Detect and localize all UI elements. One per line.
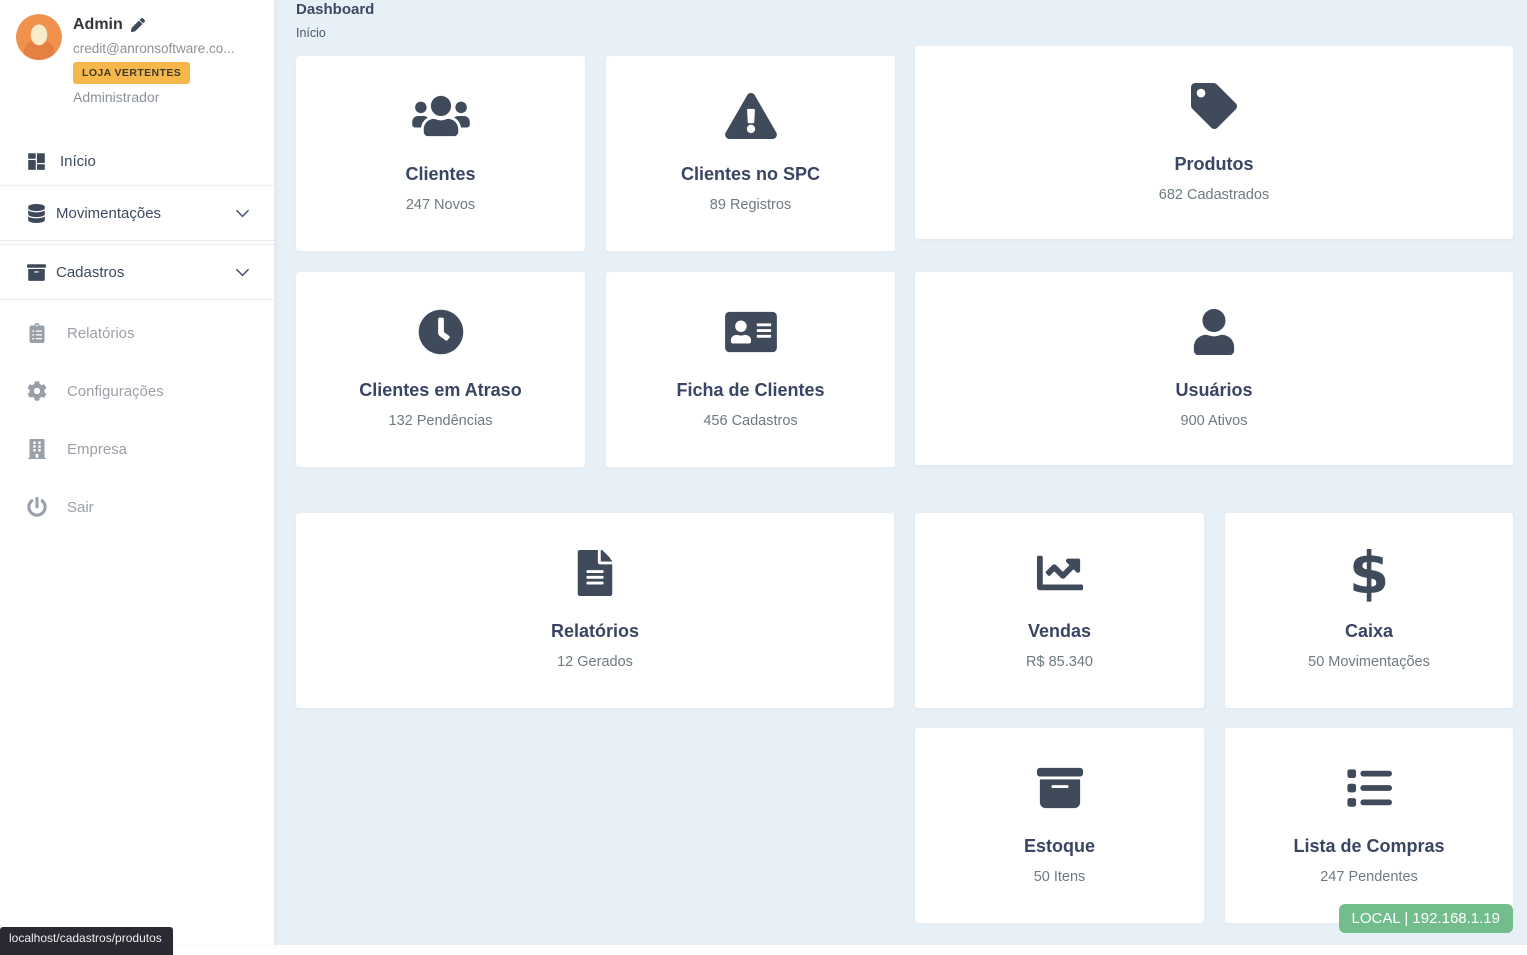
card-title: Usuários [1175, 380, 1252, 401]
chevron-down-icon [234, 264, 251, 281]
user-name-text: Admin [73, 16, 123, 34]
gear-icon [27, 381, 47, 401]
sidebar-secondary-nav: Relatórios Configurações Empresa Sair [0, 304, 274, 536]
card-estoque[interactable]: Estoque 50 Itens [915, 728, 1204, 923]
user-role: Administrador [73, 89, 159, 105]
card-subtitle: 247 Pendentes [1320, 869, 1418, 885]
file-icon [566, 549, 624, 597]
card-produtos[interactable]: Produtos 682 Cadastrados [915, 46, 1513, 239]
user-email: credit@anronsoftware.co... [73, 41, 235, 56]
sidebar-item-label: Empresa [67, 441, 127, 458]
breadcrumb: Início [296, 26, 374, 40]
card-ficha-clientes[interactable]: Ficha de Clientes 456 Cadastros [606, 272, 895, 467]
card-vendas[interactable]: Vendas R$ 85.340 [915, 513, 1204, 708]
card-title: Lista de Compras [1293, 836, 1444, 857]
box-icon [1031, 764, 1089, 812]
warning-icon [722, 92, 780, 140]
card-subtitle: 900 Ativos [1181, 413, 1248, 429]
card-title: Produtos [1175, 154, 1254, 175]
page-title: Dashboard [296, 1, 374, 18]
card-caixa[interactable]: $ Caixa 50 Movimentações [1225, 513, 1513, 708]
sidebar-item-inicio[interactable]: Início [0, 137, 274, 185]
edit-pencil-icon[interactable] [131, 18, 145, 32]
sidebar-item-label: Cadastros [56, 264, 234, 281]
card-subtitle: 247 Novos [406, 197, 475, 213]
card-title: Caixa [1345, 621, 1393, 642]
card-subtitle: 89 Registros [710, 197, 791, 213]
store-badge: LOJA VERTENTES [73, 62, 190, 84]
dashboard-grid-icon [27, 152, 46, 171]
card-clientes-spc[interactable]: Clientes no SPC 89 Registros [606, 56, 895, 251]
building-icon [27, 439, 47, 459]
card-title: Estoque [1024, 836, 1095, 857]
sidebar-item-cadastros[interactable]: Cadastros [0, 244, 274, 300]
card-usuarios[interactable]: Usuários 900 Ativos [915, 272, 1513, 465]
card-relatorios[interactable]: Relatórios 12 Gerados [296, 513, 894, 708]
card-subtitle: 682 Cadastrados [1159, 187, 1269, 203]
list-icon [1340, 764, 1398, 812]
card-subtitle: 50 Movimentações [1308, 654, 1430, 670]
card-subtitle: 456 Cadastros [703, 413, 797, 429]
sidebar-item-label: Movimentações [56, 205, 234, 222]
card-title: Vendas [1028, 621, 1091, 642]
card-title: Clientes no SPC [681, 164, 820, 185]
database-icon [27, 204, 46, 223]
dollar-icon: $ [1349, 549, 1389, 597]
card-title: Relatórios [551, 621, 639, 642]
clipboard-list-icon [27, 323, 47, 343]
sidebar-item-empresa[interactable]: Empresa [0, 420, 274, 478]
user-name: Admin [73, 16, 145, 34]
card-clientes[interactable]: Clientes 247 Novos [296, 56, 585, 251]
sidebar-item-sair[interactable]: Sair [0, 478, 274, 536]
status-link-preview: localhost/cadastros/produtos [0, 927, 173, 955]
card-subtitle: 12 Gerados [557, 654, 633, 670]
user-icon [1185, 308, 1243, 356]
user-card: Admin credit@anronsoftware.co... LOJA VE… [0, 0, 274, 125]
id-card-icon [722, 308, 780, 356]
card-clientes-atraso[interactable]: Clientes em Atraso 132 Pendências [296, 272, 585, 467]
avatar[interactable] [16, 14, 62, 60]
card-subtitle: R$ 85.340 [1026, 654, 1093, 670]
archive-icon [27, 263, 46, 282]
sidebar-item-relatorios[interactable]: Relatórios [0, 304, 274, 362]
chevron-down-icon [234, 205, 251, 222]
card-title: Clientes [405, 164, 475, 185]
card-title: Clientes em Atraso [359, 380, 521, 401]
main-content: Dashboard Início Clientes 247 Novos Clie… [275, 0, 1527, 945]
chart-icon [1031, 549, 1089, 597]
card-subtitle: 50 Itens [1034, 869, 1086, 885]
power-icon [27, 497, 47, 517]
avatar-image [16, 14, 62, 60]
sidebar-item-label: Relatórios [67, 325, 135, 342]
sidebar-item-label: Configurações [67, 383, 164, 400]
sidebar-item-configuracoes[interactable]: Configurações [0, 362, 274, 420]
sidebar: Admin credit@anronsoftware.co... LOJA VE… [0, 0, 275, 945]
sidebar-item-label: Sair [67, 499, 94, 516]
card-title: Ficha de Clientes [676, 380, 824, 401]
tag-icon [1185, 82, 1243, 130]
page-header: Dashboard Início [296, 1, 374, 40]
card-subtitle: 132 Pendências [389, 413, 493, 429]
users-icon [412, 92, 470, 140]
card-lista-compras[interactable]: Lista de Compras 247 Pendentes [1225, 728, 1513, 923]
sidebar-item-label: Início [60, 153, 96, 170]
sidebar-item-movimentacoes[interactable]: Movimentações [0, 185, 274, 241]
clock-icon [412, 308, 470, 356]
environment-badge: LOCAL | 192.168.1.19 [1339, 904, 1513, 933]
